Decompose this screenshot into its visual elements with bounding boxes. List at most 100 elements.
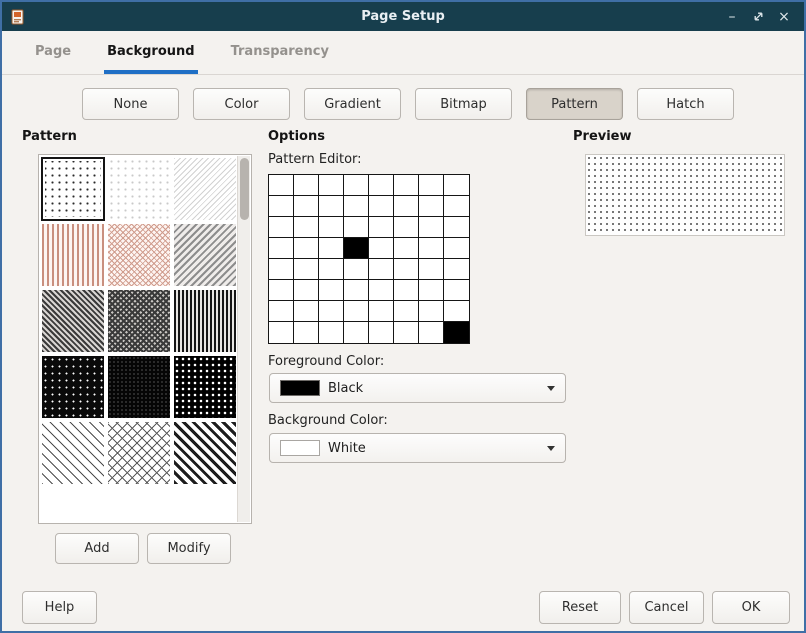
pattern-swatch-diagonal-light[interactable] — [174, 158, 236, 220]
fill-type-color-button[interactable]: Color — [193, 88, 290, 120]
fill-type-hatch-button[interactable]: Hatch — [637, 88, 734, 120]
editor-cell-r4c1[interactable] — [294, 259, 319, 280]
editor-cell-r2c5[interactable] — [394, 217, 419, 238]
editor-cell-r0c3[interactable] — [344, 175, 369, 196]
editor-cell-r7c4[interactable] — [369, 322, 394, 343]
editor-cell-r1c4[interactable] — [369, 196, 394, 217]
editor-cell-r4c2[interactable] — [319, 259, 344, 280]
editor-cell-r6c4[interactable] — [369, 301, 394, 322]
editor-cell-r6c5[interactable] — [394, 301, 419, 322]
editor-cell-r5c4[interactable] — [369, 280, 394, 301]
editor-cell-r2c1[interactable] — [294, 217, 319, 238]
editor-cell-r6c3[interactable] — [344, 301, 369, 322]
editor-cell-r5c3[interactable] — [344, 280, 369, 301]
help-button[interactable]: Help — [22, 591, 97, 624]
editor-cell-r4c7[interactable] — [444, 259, 469, 280]
pattern-swatch-dots-light[interactable] — [108, 158, 170, 220]
ok-button[interactable]: OK — [712, 591, 790, 624]
tab-background[interactable]: Background — [104, 32, 198, 74]
restore-button[interactable] — [748, 7, 768, 27]
editor-cell-r4c6[interactable] — [419, 259, 444, 280]
pattern-swatch-wide-diagonal[interactable] — [174, 422, 236, 484]
editor-cell-r4c5[interactable] — [394, 259, 419, 280]
editor-cell-r4c0[interactable] — [269, 259, 294, 280]
editor-cell-r4c4[interactable] — [369, 259, 394, 280]
editor-cell-r2c6[interactable] — [419, 217, 444, 238]
editor-cell-r3c2[interactable] — [319, 238, 344, 259]
pattern-swatch-thin-crosshatch[interactable] — [108, 422, 170, 484]
pattern-swatch-vertical-dark[interactable] — [174, 290, 236, 352]
editor-cell-r6c1[interactable] — [294, 301, 319, 322]
close-button[interactable]: × — [774, 7, 794, 27]
editor-cell-r1c5[interactable] — [394, 196, 419, 217]
editor-cell-r5c7[interactable] — [444, 280, 469, 301]
fill-type-bitmap-button[interactable]: Bitmap — [415, 88, 512, 120]
editor-cell-r7c5[interactable] — [394, 322, 419, 343]
editor-cell-r7c6[interactable] — [419, 322, 444, 343]
pattern-swatch-woven-dark[interactable] — [108, 290, 170, 352]
editor-cell-r5c5[interactable] — [394, 280, 419, 301]
editor-cell-r3c6[interactable] — [419, 238, 444, 259]
editor-cell-r1c2[interactable] — [319, 196, 344, 217]
modify-button[interactable]: Modify — [147, 533, 231, 564]
editor-cell-r7c7[interactable] — [444, 322, 469, 343]
pattern-swatch-black-dots-large[interactable] — [174, 356, 236, 418]
editor-cell-r2c3[interactable] — [344, 217, 369, 238]
editor-cell-r7c1[interactable] — [294, 322, 319, 343]
reset-button[interactable]: Reset — [539, 591, 621, 624]
editor-cell-r1c3[interactable] — [344, 196, 369, 217]
pattern-swatch-black-dense[interactable] — [108, 356, 170, 418]
scrollbar-thumb[interactable] — [240, 158, 249, 220]
pattern-swatch-black-dots-small[interactable] — [42, 356, 104, 418]
background-color-select[interactable]: White — [269, 433, 566, 463]
editor-cell-r2c0[interactable] — [269, 217, 294, 238]
editor-cell-r5c0[interactable] — [269, 280, 294, 301]
add-button[interactable]: Add — [55, 533, 139, 564]
pattern-swatch-thin-diagonal[interactable] — [42, 422, 104, 484]
pattern-swatch-dots-dark[interactable] — [42, 158, 104, 220]
editor-cell-r3c7[interactable] — [444, 238, 469, 259]
pattern-list-scrollbar[interactable] — [237, 156, 250, 522]
editor-cell-r7c2[interactable] — [319, 322, 344, 343]
editor-cell-r7c0[interactable] — [269, 322, 294, 343]
editor-cell-r3c5[interactable] — [394, 238, 419, 259]
editor-cell-r6c7[interactable] — [444, 301, 469, 322]
cancel-button[interactable]: Cancel — [629, 591, 704, 624]
editor-cell-r2c7[interactable] — [444, 217, 469, 238]
fill-type-pattern-button[interactable]: Pattern — [526, 88, 623, 120]
editor-cell-r1c0[interactable] — [269, 196, 294, 217]
tab-transparency[interactable]: Transparency — [228, 32, 332, 74]
editor-cell-r0c5[interactable] — [394, 175, 419, 196]
minimize-button[interactable]: – — [722, 7, 742, 27]
editor-cell-r1c6[interactable] — [419, 196, 444, 217]
editor-cell-r2c4[interactable] — [369, 217, 394, 238]
editor-cell-r0c6[interactable] — [419, 175, 444, 196]
editor-cell-r4c3[interactable] — [344, 259, 369, 280]
editor-cell-r0c1[interactable] — [294, 175, 319, 196]
editor-cell-r0c2[interactable] — [319, 175, 344, 196]
titlebar[interactable]: Page Setup – × — [2, 2, 804, 31]
editor-cell-r1c1[interactable] — [294, 196, 319, 217]
pattern-swatch-vertical-red[interactable] — [42, 224, 104, 286]
editor-cell-r2c2[interactable] — [319, 217, 344, 238]
editor-cell-r3c4[interactable] — [369, 238, 394, 259]
editor-cell-r3c0[interactable] — [269, 238, 294, 259]
editor-cell-r5c6[interactable] — [419, 280, 444, 301]
editor-cell-r6c6[interactable] — [419, 301, 444, 322]
fill-type-gradient-button[interactable]: Gradient — [304, 88, 401, 120]
editor-cell-r0c0[interactable] — [269, 175, 294, 196]
editor-cell-r0c7[interactable] — [444, 175, 469, 196]
pattern-swatch-diagonal-dark[interactable] — [42, 290, 104, 352]
editor-cell-r1c7[interactable] — [444, 196, 469, 217]
editor-cell-r5c1[interactable] — [294, 280, 319, 301]
editor-cell-r6c2[interactable] — [319, 301, 344, 322]
editor-cell-r5c2[interactable] — [319, 280, 344, 301]
editor-cell-r3c1[interactable] — [294, 238, 319, 259]
editor-cell-r0c4[interactable] — [369, 175, 394, 196]
editor-cell-r3c3[interactable] — [344, 238, 369, 259]
foreground-color-select[interactable]: Black — [269, 373, 566, 403]
editor-cell-r6c0[interactable] — [269, 301, 294, 322]
fill-type-none-button[interactable]: None — [82, 88, 179, 120]
pattern-swatch-diagonal-gray[interactable] — [174, 224, 236, 286]
tab-page[interactable]: Page — [32, 32, 74, 74]
